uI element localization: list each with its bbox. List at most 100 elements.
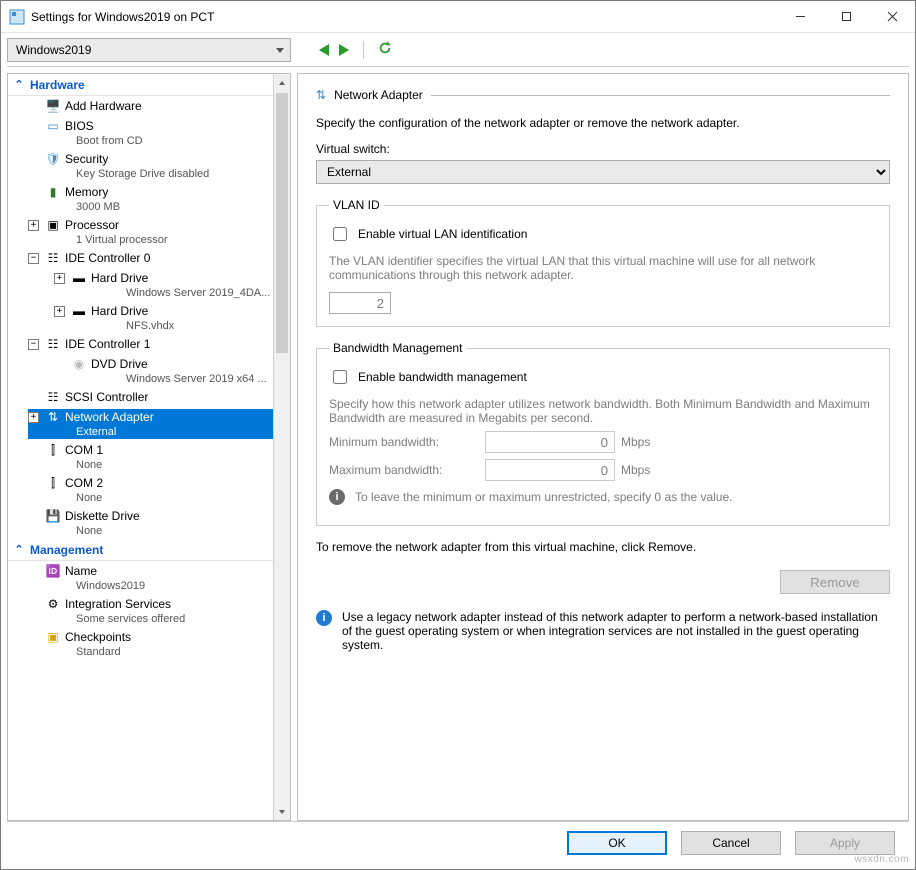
com-port-icon: ⫿ [45,476,61,491]
client-area: Windows2019 ⌃ Hardware 🖥️Add Hardware [1,33,915,869]
section-management-label: Management [30,543,103,557]
minimize-button[interactable] [777,2,823,32]
tree-item-security[interactable]: 🛡Security Key Storage Drive disabled [8,149,273,182]
bandwidth-note: Specify how this network adapter utilize… [329,397,877,425]
watermark: wsxdn.com [854,854,909,865]
tree-item-processor-sub: 1 Virtual processor [76,234,273,247]
scroll-down-icon[interactable] [274,803,290,820]
scroll-up-icon[interactable] [274,74,290,91]
tree-item-com2[interactable]: ⫿COM 2 None [8,473,273,506]
remove-button[interactable]: Remove [780,570,890,594]
min-bandwidth-input[interactable] [485,431,615,453]
bios-icon: ▭ [45,119,61,134]
nav-back-icon[interactable] [319,44,329,56]
refresh-icon[interactable] [378,41,392,58]
integration-icon: ⚙ [45,597,61,612]
ok-button[interactable]: OK [567,831,667,855]
maximize-button[interactable] [823,2,869,32]
collapse-icon[interactable]: − [28,339,39,350]
tree-item-ide1-dvd[interactable]: ◉DVD Drive Windows Server 2019 x64 ... [8,354,273,387]
vlan-fieldset: VLAN ID Enable virtual LAN identificatio… [316,198,890,327]
content-panel: ⇅ Network Adapter Specify the configurat… [297,73,909,821]
apply-button[interactable]: Apply [795,831,895,855]
tree-item-com1[interactable]: ⫿COM 1 None [8,440,273,473]
add-hardware-icon: 🖥️ [45,99,61,114]
settings-window: Settings for Windows2019 on PCT Windows2… [0,0,916,870]
hard-drive-icon: ▬ [71,271,87,286]
hard-drive-icon: ▬ [71,304,87,319]
min-bandwidth-label: Minimum bandwidth: [329,435,479,449]
app-icon [9,9,25,25]
expand-icon[interactable]: + [54,306,65,317]
shield-icon: 🛡 [45,152,61,167]
network-adapter-icon: ⇅ [45,410,61,425]
bandwidth-fieldset: Bandwidth Management Enable bandwidth ma… [316,341,890,526]
info-icon: i [329,489,345,505]
bandwidth-legend: Bandwidth Management [329,341,466,355]
tree-item-processor[interactable]: +▣Processor 1 Virtual processor [8,215,273,248]
min-bandwidth-unit: Mbps [621,435,650,449]
vlan-legend: VLAN ID [329,198,384,212]
tree-item-name[interactable]: 🆔Name Windows2019 [8,561,273,594]
chevron-up-icon: ⌃ [14,78,24,91]
toolbar-separator [363,41,364,59]
remove-description: To remove the network adapter from this … [316,540,890,554]
chevron-up-icon: ⌃ [14,543,24,556]
tree-item-checkpoints[interactable]: ▣Checkpoints Standard [8,627,273,660]
collapse-icon[interactable]: − [28,253,39,264]
tree-item-network-adapter[interactable]: +⇅Network Adapter External [8,407,273,440]
diskette-icon: 💾 [45,509,61,524]
section-management-header[interactable]: ⌃ Management [8,539,273,561]
section-hardware-label: Hardware [30,78,85,92]
network-adapter-icon: ⇅ [316,88,326,102]
scrollbar-vertical[interactable] [273,74,290,820]
vlan-enable-checkbox[interactable] [333,227,347,241]
virtual-switch-dropdown[interactable]: External [316,160,890,184]
tree-item-integration-services[interactable]: ⚙Integration Services Some services offe… [8,594,273,627]
titlebar: Settings for Windows2019 on PCT [1,1,915,33]
com-port-icon: ⫿ [45,443,61,458]
tree-item-ide0[interactable]: −☷IDE Controller 0 [8,248,273,268]
close-button[interactable] [869,2,915,32]
vlan-id-input[interactable] [329,292,391,314]
memory-icon: ▮ [45,185,61,200]
tree-item-bios[interactable]: ▭BIOS Boot from CD [8,116,273,149]
expand-icon[interactable]: + [54,273,65,284]
bandwidth-enable-checkbox[interactable] [333,370,347,384]
vm-selector-dropdown[interactable]: Windows2019 [7,38,291,62]
bandwidth-tip: To leave the minimum or maximum unrestri… [355,490,732,504]
dialog-footer: OK Cancel Apply [7,821,909,863]
toolbar: Windows2019 [7,39,909,67]
section-hardware-header[interactable]: ⌃ Hardware [8,74,273,96]
expand-icon[interactable]: + [28,412,39,423]
name-icon: 🆔 [45,564,61,579]
checkpoint-icon: ▣ [45,630,61,645]
virtual-switch-label: Virtual switch: [316,142,890,156]
max-bandwidth-label: Maximum bandwidth: [329,463,479,477]
tree-item-memory[interactable]: ▮Memory 3000 MB [8,182,273,215]
scroll-thumb[interactable] [276,93,288,353]
processor-icon: ▣ [45,218,61,233]
tree-item-memory-sub: 3000 MB [76,201,273,214]
max-bandwidth-input[interactable] [485,459,615,481]
tree-item-security-sub: Key Storage Drive disabled [76,168,273,181]
tree-item-add-hardware[interactable]: 🖥️Add Hardware [8,96,273,116]
cancel-button[interactable]: Cancel [681,831,781,855]
content-header: Network Adapter [334,88,423,102]
scsi-icon: ☷ [45,390,61,405]
tree-item-ide1[interactable]: −☷IDE Controller 1 [8,334,273,354]
dvd-drive-icon: ◉ [71,357,87,372]
settings-tree: ⌃ Hardware 🖥️Add Hardware ▭BIOS Boot fro… [7,73,291,821]
tree-item-ide0-hd1[interactable]: +▬Hard Drive Windows Server 2019_4DA... [8,268,273,301]
tree-item-scsi[interactable]: ☷SCSI Controller [8,387,273,407]
tree-item-diskette[interactable]: 💾Diskette Drive None [8,506,273,539]
tree-item-ide0-hd2[interactable]: +▬Hard Drive NFS.vhdx [8,301,273,334]
bandwidth-enable-label: Enable bandwidth management [358,370,527,384]
vlan-note: The VLAN identifier specifies the virtua… [329,254,877,282]
nav-forward-icon[interactable] [339,44,349,56]
expand-icon[interactable]: + [28,220,39,231]
controller-icon: ☷ [45,251,61,266]
info-icon: i [316,610,332,626]
legacy-note: Use a legacy network adapter instead of … [342,610,890,652]
tree-item-bios-sub: Boot from CD [76,135,273,148]
